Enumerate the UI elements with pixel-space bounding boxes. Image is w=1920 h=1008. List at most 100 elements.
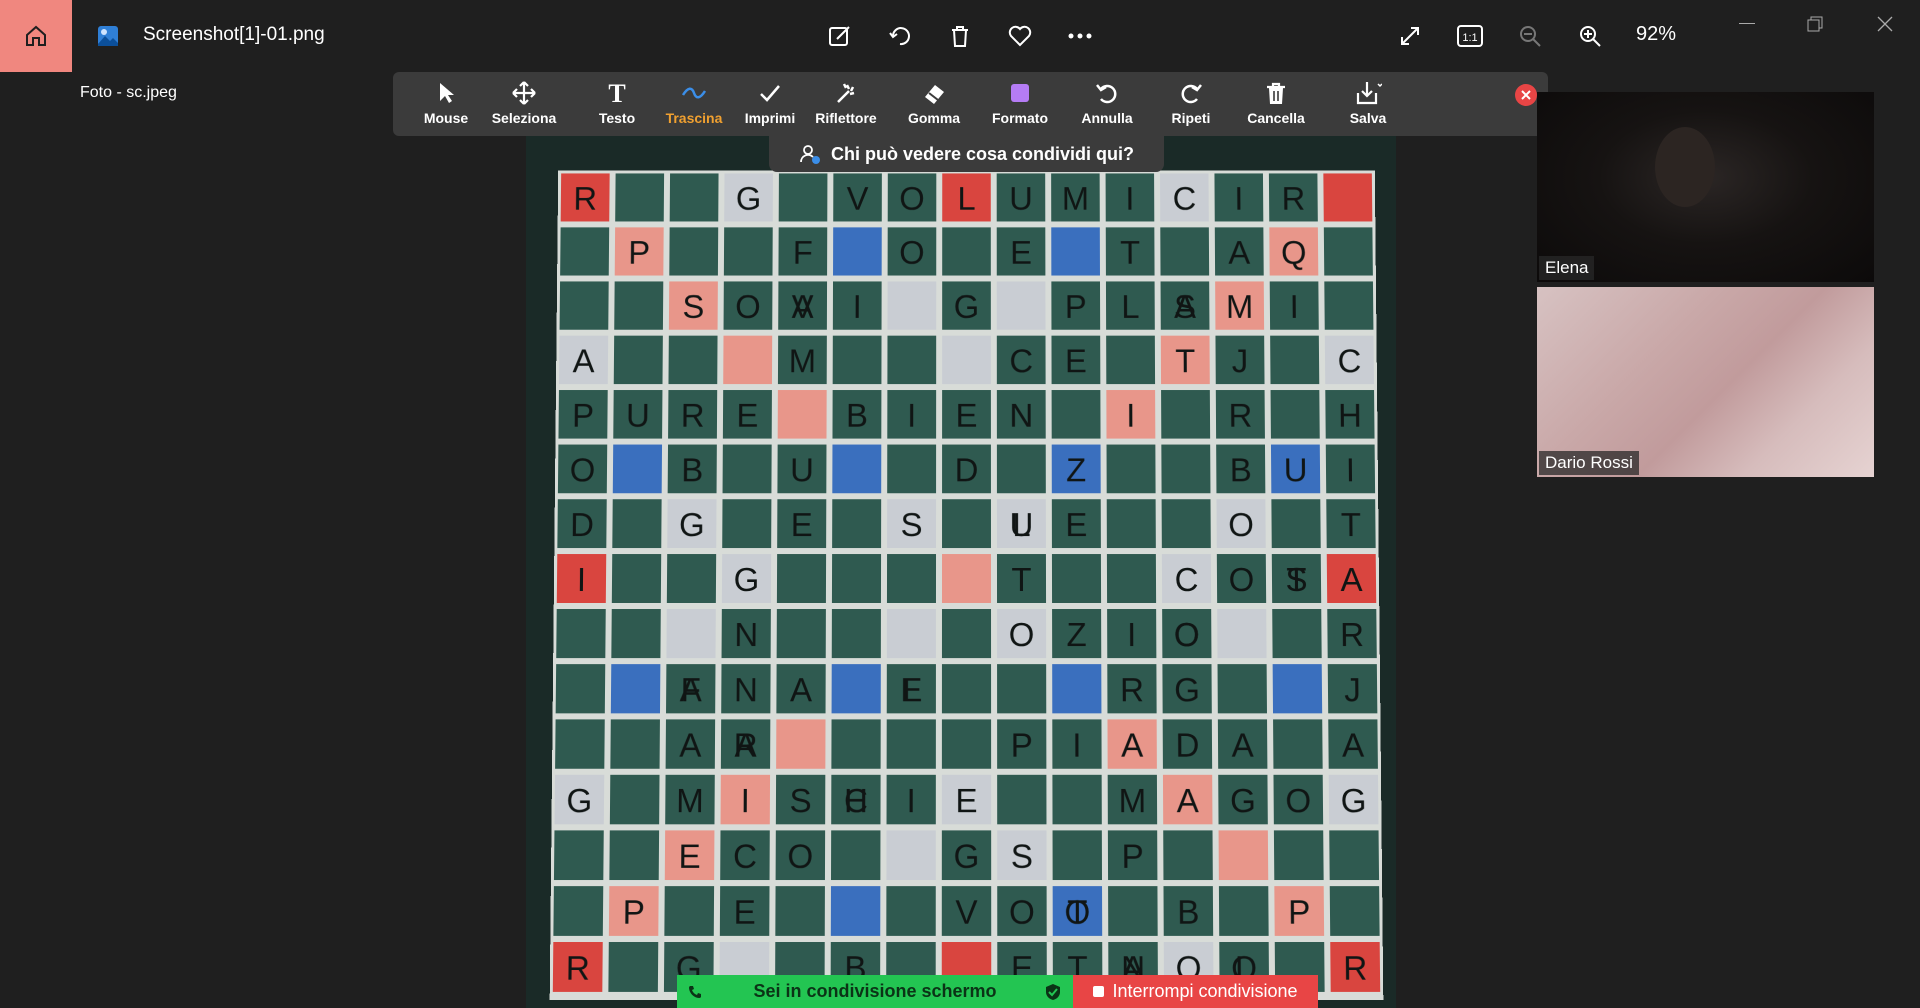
trash-icon <box>1236 78 1316 108</box>
board-square <box>607 772 663 828</box>
board-letter: O <box>561 453 604 486</box>
board-square <box>1271 827 1327 883</box>
user-icon <box>799 143 821 165</box>
board-letter: L <box>1000 508 1043 541</box>
board-square <box>606 827 662 883</box>
board-letter: P <box>618 236 661 268</box>
board-letter: O <box>1277 784 1321 817</box>
board-square <box>608 606 664 661</box>
board-letter: P <box>1277 895 1321 929</box>
board-letter: G <box>670 508 713 541</box>
board-square <box>1157 224 1212 278</box>
board-letter: O <box>1165 618 1208 651</box>
board-letter: T <box>1329 508 1372 541</box>
board-letter: E <box>945 399 988 432</box>
annot-tool-mouse[interactable]: Mouse <box>406 78 486 134</box>
board-square <box>553 661 609 716</box>
close-annotation-button[interactable] <box>1515 84 1537 106</box>
board-square <box>719 496 774 551</box>
zoom-level[interactable]: 92% <box>1636 23 1676 46</box>
board-square <box>666 224 721 278</box>
zoom-in-icon[interactable] <box>1574 20 1606 52</box>
annot-tool-imprimi[interactable]: Imprimi <box>730 78 810 134</box>
video-tile-dario[interactable]: Dario Rossi <box>1537 287 1874 477</box>
sharing-indicator[interactable]: Sei in condivisione schermo <box>677 975 1073 1008</box>
close-window-button[interactable] <box>1862 12 1908 36</box>
annot-tool-cancella[interactable]: Cancella <box>1236 78 1316 134</box>
annot-tool-testo[interactable]: T Testo <box>577 78 657 134</box>
board-square <box>1214 661 1270 716</box>
annot-tool-riflettore[interactable]: Riflettore <box>806 78 886 134</box>
board-letter: E <box>1000 236 1043 268</box>
board-square <box>667 170 722 224</box>
annot-tool-annulla[interactable]: Annulla <box>1067 78 1147 134</box>
share-visibility-tip[interactable]: Chi può vedere cosa condividi qui? <box>769 136 1164 172</box>
board-letter: A <box>1221 728 1264 761</box>
annotation-toolbar: Mouse Seleziona T Testo Trascina Imprimi Rifle… <box>393 72 1548 136</box>
more-icon[interactable] <box>1064 20 1096 52</box>
board-letter: B <box>835 399 878 432</box>
premium-square-red <box>1320 170 1375 224</box>
stop-sharing-button[interactable]: Interrompi condivisione <box>1073 975 1318 1008</box>
board-square <box>1105 883 1161 939</box>
board-letter: Z <box>1055 453 1098 486</box>
board-square <box>883 883 939 939</box>
actual-size-icon[interactable]: 1:1 <box>1454 20 1486 52</box>
annot-tool-label: Riflettore <box>806 110 886 126</box>
board-letter: V <box>836 182 879 214</box>
edit-icon[interactable] <box>824 20 856 52</box>
board-square <box>1104 551 1159 606</box>
board-square <box>551 827 607 883</box>
move-icon <box>484 78 564 108</box>
board-letter: G <box>1221 784 1264 817</box>
board-letter: E <box>890 673 933 706</box>
board-square <box>720 442 775 497</box>
title-bar: Screenshot[1]-01.png Foto - sc.jpeg 1:1 … <box>0 0 1920 72</box>
delete-icon[interactable] <box>944 20 976 52</box>
annot-tool-label: Testo <box>577 110 657 126</box>
board-square <box>664 551 719 606</box>
board-square <box>1321 278 1376 332</box>
annot-tool-seleziona[interactable]: Seleziona <box>484 78 564 134</box>
fullscreen-icon[interactable] <box>1394 20 1426 52</box>
rotate-icon[interactable] <box>884 20 916 52</box>
board-letter: I <box>724 784 767 817</box>
board-letter: E <box>1055 508 1098 541</box>
board-letter: M <box>1111 784 1154 817</box>
premium-square-blue <box>1048 224 1103 278</box>
annot-tool-gomma[interactable]: Gomma <box>894 78 974 134</box>
minimize-button[interactable] <box>1724 12 1770 36</box>
board-letter: B <box>1219 453 1262 486</box>
board-square <box>612 170 667 224</box>
board-square <box>1326 827 1382 883</box>
board-letter: M <box>668 784 711 817</box>
annot-tool-label: Imprimi <box>730 110 810 126</box>
annot-tool-salva[interactable]: Salva <box>1328 78 1408 134</box>
board-letter: I <box>890 399 933 432</box>
restore-button[interactable] <box>1792 12 1838 36</box>
board-letter: R <box>671 399 714 432</box>
board-square <box>829 496 884 551</box>
board-letter: M <box>1218 290 1261 323</box>
board-letter: M <box>781 345 824 378</box>
annot-tool-ripeti[interactable]: Ripeti <box>1151 78 1231 134</box>
favorite-icon[interactable] <box>1004 20 1036 52</box>
board-square <box>829 606 884 661</box>
annot-tool-trascina[interactable]: Trascina <box>654 78 734 134</box>
stop-sharing-label: Interrompi condivisione <box>1112 981 1297 1002</box>
board-letter: S <box>1000 839 1043 872</box>
premium-square-blue <box>829 661 884 716</box>
home-button[interactable] <box>0 0 72 72</box>
board-square <box>828 716 883 771</box>
board-square <box>553 606 609 661</box>
zoom-out-icon[interactable] <box>1514 20 1546 52</box>
annot-tool-formato[interactable]: Formato <box>980 78 1060 134</box>
board-letter: E <box>726 399 769 432</box>
board-square <box>884 551 939 606</box>
video-tile-elena[interactable]: Elena <box>1537 92 1874 282</box>
home-icon <box>23 23 49 49</box>
board-letter: O <box>1000 895 1043 929</box>
board-letter: I <box>1273 290 1316 323</box>
board-letter: V <box>781 290 824 323</box>
premium-square-blue <box>608 661 664 716</box>
